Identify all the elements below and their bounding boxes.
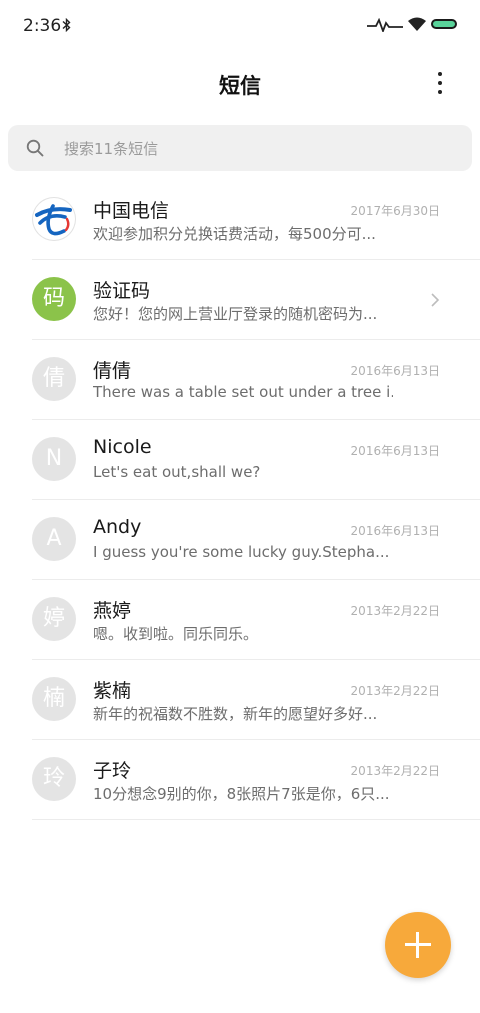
message-date: 2017年6月30日 [350,204,440,218]
battery-icon [431,19,457,29]
contact-avatar: 婷 [32,597,76,641]
message-preview: 您好！您的网上营业厅登录的随机密码为... [93,305,378,323]
conversation-row[interactable]: 玲 子玲 2013年2月22日 10分想念9别的你，8张照片7张是你，6只... [0,740,480,820]
contact-avatar: 楠 [32,677,76,721]
message-preview: 新年的祝福数不胜数，新年的愿望好多好... [93,705,378,723]
page-title: 短信 [219,74,261,98]
app-header: 短信 [0,56,480,112]
message-preview: There was a table set out under a tree i… [93,383,393,401]
message-preview: Let's eat out,shall we? [93,463,261,481]
contact-name: 验证码 [93,280,151,302]
message-date: 2016年6月13日 [350,444,440,458]
contact-name: 子玲 [93,760,132,782]
message-date: 2013年2月22日 [350,604,440,618]
conversation-row[interactable]: 中国电信 2017年6月30日 欢迎参加积分兑换话费活动，每500分可... [0,180,480,260]
contact-avatar: N [32,437,76,481]
contact-name: 燕婷 [93,600,132,622]
bluetooth-icon [62,18,71,32]
conversation-row[interactable]: 楠 紫楠 2013年2月22日 新年的祝福数不胜数，新年的愿望好多好... [0,660,480,740]
contact-avatar: A [32,517,76,561]
contact-avatar: 倩 [32,357,76,401]
message-date: 2013年2月22日 [350,764,440,778]
message-preview: 嗯。收到啦。同乐同乐。 [93,625,259,643]
message-date: 2016年6月13日 [350,524,440,538]
status-bar: 2:36 [0,0,480,52]
contact-avatar: 玲 [32,757,76,801]
conversation-row[interactable]: 婷 燕婷 2013年2月22日 嗯。收到啦。同乐同乐。 [0,580,480,660]
status-time: 2:36 [23,16,62,36]
search-bar[interactable] [8,125,472,173]
conversation-row[interactable]: A Andy 2016年6月13日 I guess you're some lu… [0,500,480,580]
message-date: 2013年2月22日 [350,684,440,698]
contact-avatar: 码 [32,277,76,321]
message-list: 中国电信 2017年6月30日 欢迎参加积分兑换话费活动，每500分可... 码… [0,180,480,820]
message-preview: I guess you're some lucky guy.Stepha... [93,543,390,561]
wifi-icon [408,17,426,31]
message-preview: 10分想念9别的你，8张照片7张是你，6只... [93,785,390,803]
contact-name: 倩倩 [93,360,132,382]
more-vertical-icon[interactable] [432,70,448,96]
contact-name: 紫楠 [93,680,132,702]
conversation-row[interactable]: N Nicole 2016年6月13日 Let's eat out,shall … [0,420,480,500]
message-date: 2016年6月13日 [350,364,440,378]
search-input[interactable] [62,125,456,173]
new-message-button[interactable] [385,912,451,978]
china-telecom-logo-icon [35,204,72,236]
chevron-right-icon[interactable] [430,292,440,308]
message-preview: 欢迎参加积分兑换话费活动，每500分可... [93,225,376,243]
china-telecom-logo-avatar [32,197,76,241]
conversation-row[interactable]: 倩 倩倩 2016年6月13日 There was a table set ou… [0,340,480,420]
search-icon [26,139,44,157]
contact-name: Andy [93,516,142,538]
signal-pulse-icon [367,18,403,32]
conversation-row[interactable]: 码 验证码 您好！您的网上营业厅登录的随机密码为... [0,260,480,340]
contact-name: Nicole [93,436,152,458]
contact-name: 中国电信 [93,200,170,222]
